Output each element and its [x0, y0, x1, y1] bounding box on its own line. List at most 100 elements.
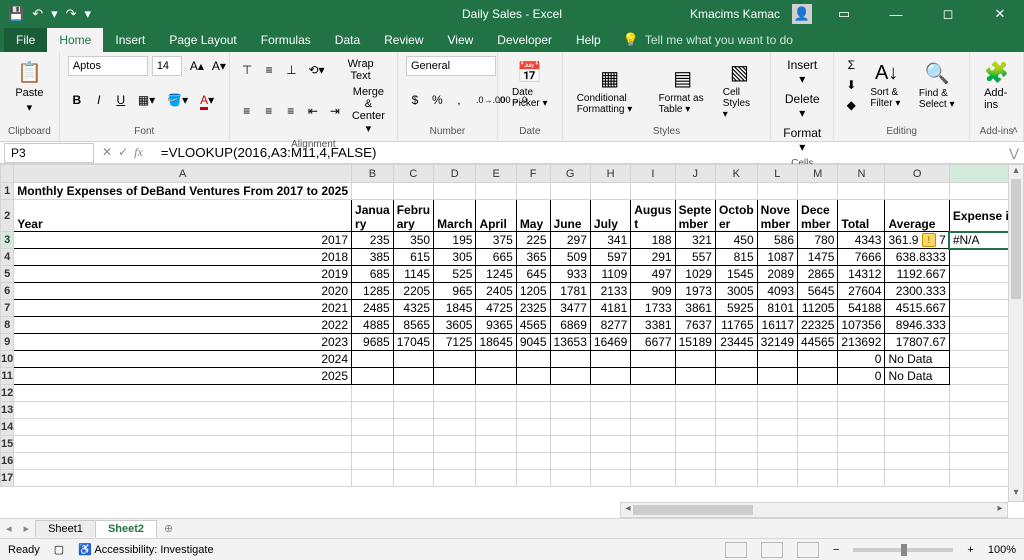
- find-select-button[interactable]: 🔍Find & Select ▾: [913, 57, 961, 114]
- fill-button[interactable]: ⬇: [842, 76, 860, 94]
- cell-J3[interactable]: 321: [675, 232, 715, 249]
- cell-M9[interactable]: 44565: [798, 334, 838, 351]
- page-break-view-button[interactable]: [797, 542, 819, 558]
- align-bottom-button[interactable]: ⊥: [282, 61, 300, 79]
- cell-O13[interactable]: [885, 402, 949, 419]
- row-header-15[interactable]: 15: [1, 436, 14, 453]
- name-box[interactable]: P3: [4, 143, 94, 163]
- increase-font-button[interactable]: A▴: [186, 57, 204, 75]
- cell-L6[interactable]: 4093: [757, 283, 797, 300]
- underline-button[interactable]: U: [112, 91, 130, 109]
- cell-E7[interactable]: 4725: [476, 300, 516, 317]
- cell-L11[interactable]: [757, 368, 797, 385]
- zoom-slider[interactable]: [853, 548, 953, 552]
- cell-O10[interactable]: No Data: [885, 351, 949, 368]
- cell-D8[interactable]: 3605: [434, 317, 476, 334]
- scroll-thumb[interactable]: [633, 505, 753, 515]
- zoom-in-button[interactable]: +: [967, 544, 973, 556]
- tab-help[interactable]: Help: [564, 28, 613, 52]
- cell-H11[interactable]: [590, 368, 630, 385]
- cell-N3[interactable]: 4343: [838, 232, 885, 249]
- worksheet-grid[interactable]: ABCDEFGHIJKLMNOPQRST1Monthly Expenses of…: [0, 164, 1024, 518]
- cell-B16[interactable]: [352, 453, 394, 470]
- cell-L1[interactable]: [757, 183, 797, 200]
- cell-D6[interactable]: 965: [434, 283, 476, 300]
- cell-D14[interactable]: [434, 419, 476, 436]
- conditional-formatting-button[interactable]: ▦Conditional Formatting ▾: [571, 62, 649, 119]
- cell-I5[interactable]: 497: [631, 266, 675, 283]
- cell-D4[interactable]: 305: [434, 249, 476, 266]
- cell-D9[interactable]: 7125: [434, 334, 476, 351]
- cell-H9[interactable]: 16469: [590, 334, 630, 351]
- tab-review[interactable]: Review: [372, 28, 435, 52]
- align-middle-button[interactable]: ≡: [260, 61, 278, 79]
- font-name-combo[interactable]: [68, 56, 148, 76]
- cell-D1[interactable]: [434, 183, 476, 200]
- cell-J5[interactable]: 1029: [675, 266, 715, 283]
- align-top-button[interactable]: ⊤: [238, 61, 256, 79]
- cell-F8[interactable]: 4565: [516, 317, 550, 334]
- cell-J6[interactable]: 1973: [675, 283, 715, 300]
- row-header-13[interactable]: 13: [1, 402, 14, 419]
- row-header-17[interactable]: 17: [1, 470, 14, 487]
- cell-I12[interactable]: [631, 385, 675, 402]
- cell-M6[interactable]: 5645: [798, 283, 838, 300]
- italic-button[interactable]: I: [90, 91, 108, 109]
- cell-I10[interactable]: [631, 351, 675, 368]
- cell-B11[interactable]: [352, 368, 394, 385]
- cell-G7[interactable]: 3477: [550, 300, 590, 317]
- cell-N10[interactable]: 0: [838, 351, 885, 368]
- cell-M8[interactable]: 22325: [798, 317, 838, 334]
- cell-H2[interactable]: July: [590, 200, 630, 232]
- maximize-icon[interactable]: ◻: [928, 0, 968, 28]
- delete-cells-button[interactable]: Delete ▾: [779, 90, 825, 122]
- cell-C10[interactable]: [393, 351, 433, 368]
- orientation-button[interactable]: ⟲▾: [304, 61, 328, 79]
- cell-D15[interactable]: [434, 436, 476, 453]
- row-header-9[interactable]: 9: [1, 334, 14, 351]
- cell-C16[interactable]: [393, 453, 433, 470]
- merge-center-button[interactable]: Merge & Center ▾: [348, 84, 389, 137]
- fx-icon[interactable]: fx: [134, 145, 149, 160]
- cell-L4[interactable]: 1087: [757, 249, 797, 266]
- cell-H8[interactable]: 8277: [590, 317, 630, 334]
- cell-K7[interactable]: 5925: [715, 300, 757, 317]
- cell-N16[interactable]: [838, 453, 885, 470]
- zoom-out-button[interactable]: −: [833, 544, 839, 556]
- row-header-14[interactable]: 14: [1, 419, 14, 436]
- number-format-combo[interactable]: [406, 56, 496, 76]
- cell-K9[interactable]: 23445: [715, 334, 757, 351]
- row-header-16[interactable]: 16: [1, 453, 14, 470]
- cell-E13[interactable]: [476, 402, 516, 419]
- cell-D16[interactable]: [434, 453, 476, 470]
- cell-B10[interactable]: [352, 351, 394, 368]
- row-header-8[interactable]: 8: [1, 317, 14, 334]
- cell-H3[interactable]: 341: [590, 232, 630, 249]
- cell-I16[interactable]: [631, 453, 675, 470]
- cell-M11[interactable]: [798, 368, 838, 385]
- cell-J17[interactable]: [675, 470, 715, 487]
- column-header-N[interactable]: N: [838, 165, 885, 183]
- cell-A16[interactable]: [14, 453, 352, 470]
- format-cells-button[interactable]: Format ▾: [779, 124, 825, 156]
- cell-M3[interactable]: 780: [798, 232, 838, 249]
- cell-F13[interactable]: [516, 402, 550, 419]
- column-header-L[interactable]: L: [757, 165, 797, 183]
- tab-view[interactable]: View: [436, 28, 486, 52]
- sheet-tab-sheet2[interactable]: Sheet2: [95, 520, 157, 538]
- cell-E11[interactable]: [476, 368, 516, 385]
- cell-G14[interactable]: [550, 419, 590, 436]
- percent-button[interactable]: %: [428, 91, 446, 109]
- cell-I6[interactable]: 909: [631, 283, 675, 300]
- cell-O1[interactable]: [885, 183, 949, 200]
- cell-H12[interactable]: [590, 385, 630, 402]
- align-right-button[interactable]: ≡: [282, 102, 300, 120]
- cell-N15[interactable]: [838, 436, 885, 453]
- column-header-A[interactable]: A: [14, 165, 352, 183]
- cell-O17[interactable]: [885, 470, 949, 487]
- cell-E8[interactable]: 9365: [476, 317, 516, 334]
- cell-M2[interactable]: December: [798, 200, 838, 232]
- cell-E14[interactable]: [476, 419, 516, 436]
- cell-K12[interactable]: [715, 385, 757, 402]
- cell-G12[interactable]: [550, 385, 590, 402]
